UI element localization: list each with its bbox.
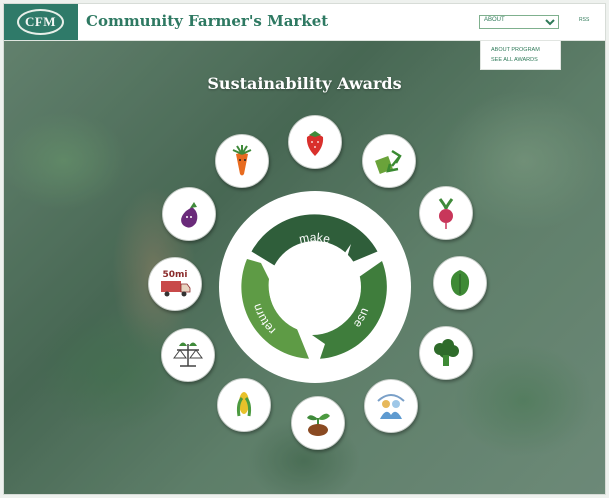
award-community[interactable] (364, 379, 418, 433)
hero-section: Sustainability Awards make use return 50… (4, 41, 605, 494)
site-logo[interactable]: CFM (4, 4, 78, 40)
strawberry-icon (306, 131, 324, 156)
eggplant-icon (181, 202, 198, 228)
seedling-icon (307, 413, 330, 436)
nav-select-value: ABOUT (484, 17, 505, 23)
cycle-center (269, 241, 361, 333)
hero-title: Sustainability Awards (207, 74, 402, 93)
menu-item-see-all-awards[interactable]: SEE ALL AWARDS (491, 57, 538, 63)
site-title[interactable]: Community Farmer's Market (86, 12, 328, 30)
community-icon (377, 394, 405, 419)
lettuce-icon (450, 270, 470, 296)
logo-oval: CFM (17, 9, 64, 35)
award-scales[interactable] (161, 328, 215, 382)
site-header: CFM Community Farmer's Market ABOUT RSS (4, 4, 605, 41)
award-carrot[interactable] (215, 134, 269, 188)
nav-select[interactable]: ABOUT (479, 15, 559, 29)
rss-link[interactable]: RSS (579, 17, 589, 23)
award-strawberry[interactable] (288, 115, 342, 169)
radish-icon (438, 198, 454, 229)
svg-text:50mi: 50mi (163, 270, 188, 280)
award-local-50mi[interactable]: 50mi (148, 257, 202, 311)
sustainability-cycle: make use return (217, 189, 413, 385)
award-radish[interactable] (419, 186, 473, 240)
award-eggplant[interactable] (162, 187, 216, 241)
carrot-icon (232, 145, 252, 176)
recycle-icon (375, 149, 402, 174)
broccoli-icon (434, 339, 459, 366)
award-seedling[interactable] (291, 396, 345, 450)
truck-50mi-icon: 50mi (161, 270, 191, 297)
award-lettuce[interactable] (433, 256, 487, 310)
logo-text: CFM (24, 14, 57, 29)
award-broccoli[interactable] (419, 326, 473, 380)
about-dropdown-menu: ABOUT PROGRAM SEE ALL AWARDS (480, 40, 561, 70)
scales-icon (173, 342, 203, 367)
award-corn[interactable] (217, 378, 271, 432)
chevron-down-icon[interactable] (544, 17, 556, 27)
menu-item-about-program[interactable]: ABOUT PROGRAM (491, 47, 540, 53)
page-frame: CFM Community Farmer's Market ABOUT RSS … (3, 3, 606, 495)
award-recycle[interactable] (362, 134, 416, 188)
cycle-label-make: make (298, 230, 332, 246)
corn-icon (236, 392, 252, 417)
